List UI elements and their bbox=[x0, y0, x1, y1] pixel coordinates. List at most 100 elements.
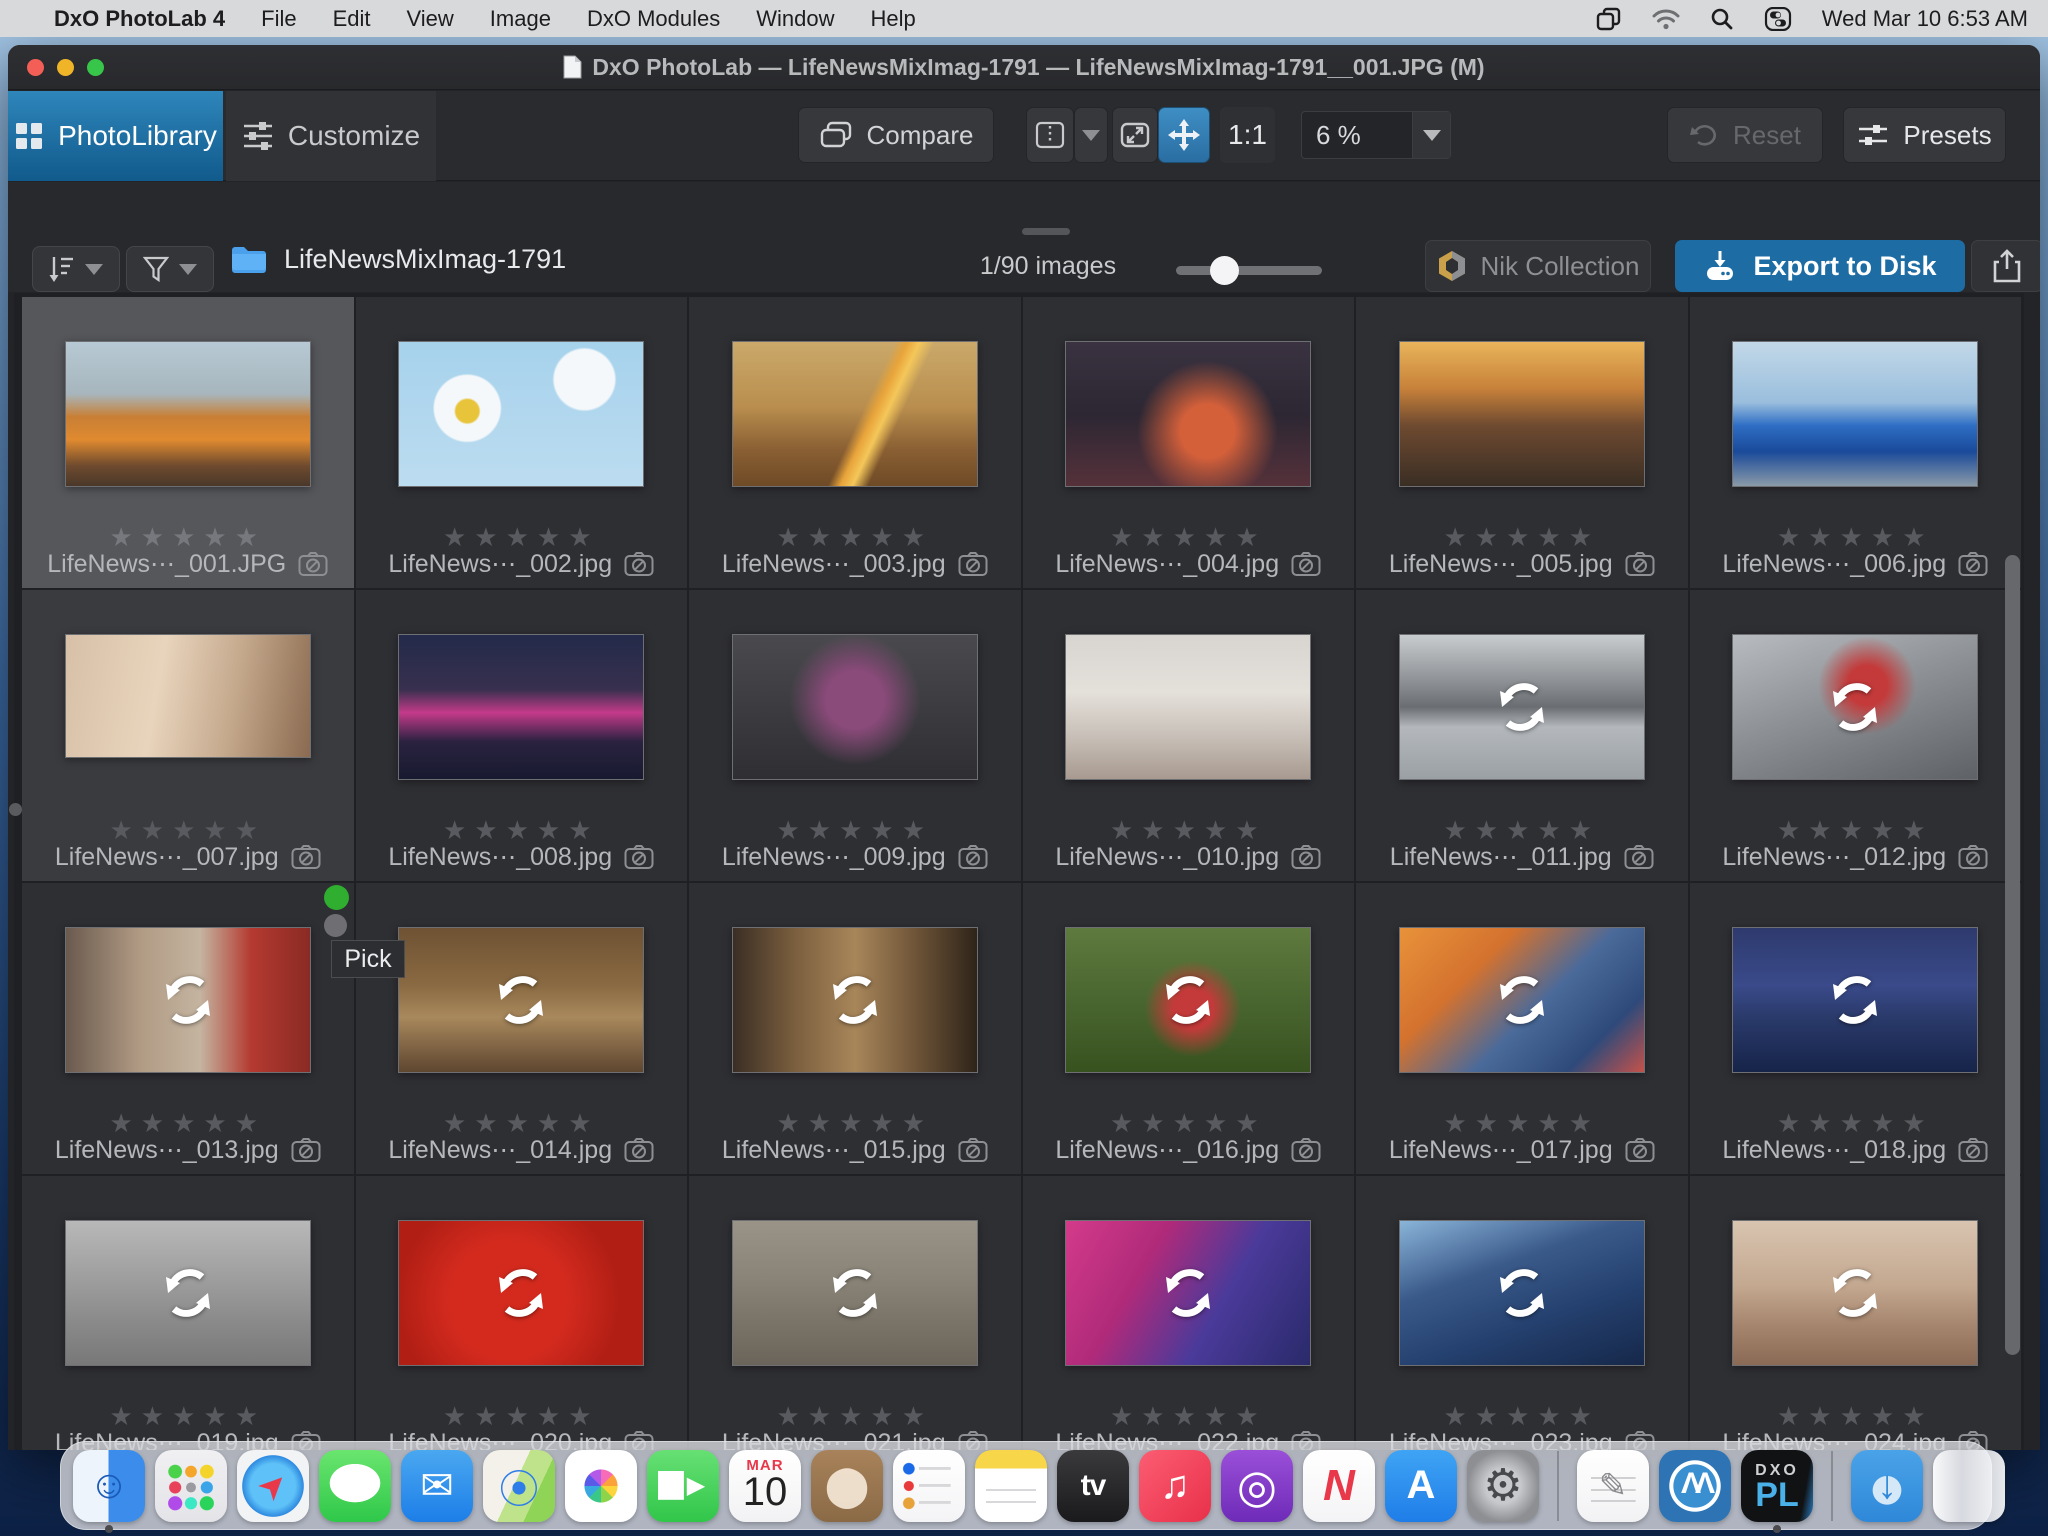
control-center-icon[interactable] bbox=[1764, 7, 1792, 31]
thumbnail-image[interactable] bbox=[1399, 341, 1645, 487]
dock-item-mail[interactable]: ✉ bbox=[401, 1450, 473, 1522]
thumbnail-cell[interactable]: ★★★★★ LifeNews⋯_003.jpg bbox=[689, 297, 1021, 588]
thumbnail-image[interactable] bbox=[1065, 634, 1311, 780]
dock-item-downloads[interactable]: ↓ bbox=[1851, 1450, 1923, 1522]
thumbnail-cell[interactable]: ★★★★★ LifeNews⋯_018.jpg bbox=[1690, 883, 2022, 1174]
menu-bar-clock[interactable]: Wed Mar 10 6:53 AM bbox=[1822, 6, 2028, 32]
thumbnail-cell[interactable]: ★★★★★ LifeNews⋯_006.jpg bbox=[1690, 297, 2022, 588]
thumbnail-image[interactable] bbox=[1065, 341, 1311, 487]
thumbnail-image[interactable] bbox=[732, 341, 978, 487]
dock-item-dxo-photolab[interactable]: DXO PL bbox=[1741, 1450, 1813, 1522]
thumbnail-cell[interactable]: ★★★★★ LifeNews⋯_009.jpg bbox=[689, 590, 1021, 881]
left-panel-grip[interactable] bbox=[9, 803, 22, 816]
thumbnail-cell[interactable]: ★★★★★ LifeNews⋯_005.jpg bbox=[1356, 297, 1688, 588]
thumbnail-image[interactable] bbox=[1732, 341, 1978, 487]
dock-item-messages[interactable] bbox=[319, 1450, 391, 1522]
thumbnail-cell[interactable]: ★★★★★ LifeNews⋯_023.jpg bbox=[1356, 1176, 1688, 1450]
menu-view[interactable]: View bbox=[407, 6, 454, 32]
thumbnail-size-slider[interactable] bbox=[1176, 266, 1322, 275]
thumbnail-cell[interactable]: ★★★★★ LifeNews⋯_021.jpg bbox=[689, 1176, 1021, 1450]
dock-item-podcasts[interactable]: ◎ bbox=[1221, 1450, 1293, 1522]
dock-item-facetime[interactable]: ▶ bbox=[647, 1450, 719, 1522]
dock-item-maps[interactable]: ⦿ bbox=[483, 1450, 555, 1522]
fit-to-screen-button[interactable] bbox=[1112, 107, 1158, 163]
wifi-icon[interactable] bbox=[1652, 8, 1680, 30]
thumbnail-image[interactable] bbox=[1399, 634, 1645, 780]
thumbnail-cell[interactable]: ★★★★★ LifeNews⋯_015.jpg bbox=[689, 883, 1021, 1174]
thumbnail-image[interactable] bbox=[398, 634, 644, 780]
pick-flag-green[interactable] bbox=[324, 885, 349, 910]
dock-item-textedit[interactable]: ✎ bbox=[1577, 1450, 1649, 1522]
thumbnail-cell[interactable]: ★★★★★ LifeNews⋯_019.jpg bbox=[22, 1176, 354, 1450]
reset-button[interactable]: Reset bbox=[1667, 107, 1823, 163]
thumbnail-image[interactable] bbox=[398, 927, 644, 1073]
menu-image[interactable]: Image bbox=[490, 6, 551, 32]
nik-collection-button[interactable]: Nik Collection bbox=[1425, 240, 1651, 292]
filter-button[interactable] bbox=[126, 246, 214, 292]
thumbnail-cell[interactable]: ★★★★★ LifeNews⋯_017.jpg bbox=[1356, 883, 1688, 1174]
tab-customize[interactable]: Customize bbox=[226, 91, 436, 181]
dock-item-notes[interactable] bbox=[975, 1450, 1047, 1522]
thumbnail-image[interactable] bbox=[1732, 634, 1978, 780]
thumbnail-image[interactable] bbox=[732, 634, 978, 780]
reject-flag-gray[interactable] bbox=[324, 914, 347, 937]
thumbnail-image[interactable] bbox=[398, 1220, 644, 1366]
thumbnail-cell[interactable]: ★★★★★ LifeNews⋯_011.jpg bbox=[1356, 590, 1688, 881]
dock-item-photos[interactable] bbox=[565, 1450, 637, 1522]
slider-knob[interactable] bbox=[1210, 256, 1239, 285]
compare-button[interactable]: Compare bbox=[798, 107, 994, 163]
thumbnail-image[interactable] bbox=[1732, 1220, 1978, 1366]
title-bar[interactable]: DxO PhotoLab — LifeNewsMixImag-1791 — Li… bbox=[8, 45, 2040, 90]
dock-item-reminders[interactable] bbox=[893, 1450, 965, 1522]
dock-item-trash[interactable] bbox=[1933, 1450, 2005, 1522]
panel-collapse-grip[interactable] bbox=[1022, 228, 1070, 235]
zoom-dropdown-caret[interactable] bbox=[1412, 112, 1450, 158]
dock-item-launchpad[interactable] bbox=[155, 1450, 227, 1522]
thumbnail-cell[interactable]: ★★★★★ LifeNews⋯_007.jpg bbox=[22, 590, 354, 881]
thumbnail-image[interactable] bbox=[398, 341, 644, 487]
dock-item-appstore[interactable]: A bbox=[1385, 1450, 1457, 1522]
thumbnail-cell[interactable]: ★★★★★ LifeNews⋯_020.jpg bbox=[356, 1176, 688, 1450]
export-to-disk-button[interactable]: Export to Disk bbox=[1675, 240, 1965, 292]
menu-dxo-modules[interactable]: DxO Modules bbox=[587, 6, 720, 32]
thumbnail-image[interactable] bbox=[65, 927, 311, 1073]
thumbnail-image[interactable] bbox=[732, 1220, 978, 1366]
current-folder[interactable]: LifeNewsMixImag-1791 bbox=[230, 244, 566, 275]
thumbnail-image[interactable] bbox=[65, 1220, 311, 1366]
vertical-scrollbar[interactable] bbox=[2005, 555, 2020, 1355]
menu-window[interactable]: Window bbox=[756, 6, 834, 32]
dock-item-settings[interactable]: ⚙ bbox=[1467, 1450, 1539, 1522]
zoom-level-dropdown[interactable]: 6 % bbox=[1301, 111, 1451, 159]
thumbnail-cell[interactable]: ★★★★★ LifeNews⋯_004.jpg bbox=[1023, 297, 1355, 588]
thumbnail-image[interactable] bbox=[1065, 1220, 1311, 1366]
splitview-button[interactable] bbox=[1026, 107, 1074, 163]
thumbnail-cell[interactable]: ★★★★★ LifeNews⋯_016.jpg bbox=[1023, 883, 1355, 1174]
thumbnail-cell[interactable]: ★★★★★ LifeNews⋯_002.jpg bbox=[356, 297, 688, 588]
thumbnail-image[interactable] bbox=[65, 634, 311, 758]
thumbnail-image[interactable] bbox=[1399, 1220, 1645, 1366]
sort-button[interactable] bbox=[32, 246, 120, 292]
dock-item-dxo-installer[interactable]: ΛΛ bbox=[1659, 1450, 1731, 1522]
thumbnail-cell[interactable]: ★★★★★ LifeNews⋯_001.JPG bbox=[22, 297, 354, 588]
menu-help[interactable]: Help bbox=[870, 6, 915, 32]
thumbnail-cell[interactable]: ★★★★★ LifeNews⋯_022.jpg bbox=[1023, 1176, 1355, 1450]
menu-edit[interactable]: Edit bbox=[333, 6, 371, 32]
dock-item-music[interactable]: ♫ bbox=[1139, 1450, 1211, 1522]
share-button[interactable] bbox=[1971, 240, 2040, 292]
presets-button[interactable]: Presets bbox=[1843, 107, 2006, 163]
dock-item-calendar[interactable]: MAR 10 bbox=[729, 1450, 801, 1522]
thumbnail-image[interactable] bbox=[65, 341, 311, 487]
thumbnail-cell[interactable]: ★★★★★ LifeNews⋯_012.jpg bbox=[1690, 590, 2022, 881]
pan-move-button[interactable] bbox=[1158, 107, 1210, 163]
menu-file[interactable]: File bbox=[261, 6, 296, 32]
thumbnail-cell[interactable]: ★★★★★ LifeNews⋯_013.jpg bbox=[22, 883, 354, 1174]
dock-item-contacts[interactable]: ⬤ bbox=[811, 1450, 883, 1522]
thumbnail-cell[interactable]: ★★★★★ LifeNews⋯_008.jpg bbox=[356, 590, 688, 881]
dock-item-appletv[interactable]: tv bbox=[1057, 1450, 1129, 1522]
dock-item-safari[interactable]: ➤ bbox=[237, 1450, 309, 1522]
thumbnail-cell[interactable]: ★★★★★ LifeNews⋯_014.jpg bbox=[356, 883, 688, 1174]
thumbnail-image[interactable] bbox=[1065, 927, 1311, 1073]
stage-manager-icon[interactable] bbox=[1596, 7, 1622, 31]
spotlight-search-icon[interactable] bbox=[1710, 7, 1734, 31]
thumbnail-image[interactable] bbox=[732, 927, 978, 1073]
